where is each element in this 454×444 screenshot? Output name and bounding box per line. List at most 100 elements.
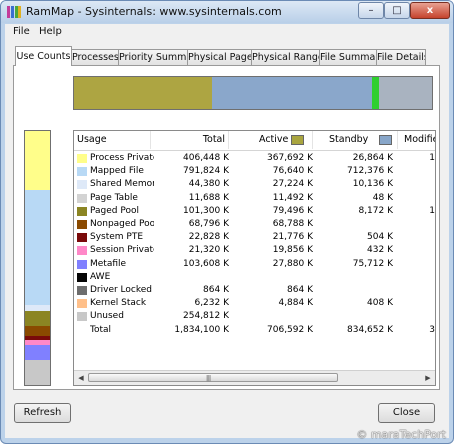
row-standby-value bbox=[313, 284, 393, 297]
row-modified-value bbox=[393, 271, 435, 284]
table-row[interactable]: Session Private 21,320 K 19,856 K 432 K bbox=[74, 244, 435, 257]
row-color-swatch bbox=[77, 206, 87, 216]
close-window-button[interactable]: x bbox=[410, 2, 450, 19]
use-counts-table: Usage Total Active Standby Modifie Proce… bbox=[73, 130, 436, 386]
row-total-value: 11,688 K bbox=[188, 192, 229, 203]
row-standby-value bbox=[313, 310, 393, 323]
scroll-thumb[interactable]: |||| bbox=[88, 373, 338, 382]
scroll-right-arrow-icon[interactable]: ▶ bbox=[422, 372, 434, 384]
active-color-swatch[interactable] bbox=[291, 135, 304, 145]
col-usage[interactable]: Usage bbox=[74, 131, 151, 149]
menu-file[interactable]: File bbox=[13, 26, 30, 37]
row-total-value: 864 K bbox=[203, 285, 229, 295]
row-standby-value: 408 K bbox=[367, 298, 393, 309]
tab-physical-pages[interactable]: Physical Pages bbox=[187, 49, 252, 65]
row-color-swatch bbox=[77, 167, 87, 177]
row-active-value: 21,776 K bbox=[272, 232, 313, 243]
row-modified-value bbox=[393, 165, 435, 178]
table-row[interactable]: Nonpaged Pool 68,796 K 68,788 K bbox=[74, 218, 435, 231]
table-row[interactable]: Process Private 406,448 K 367,692 K 26,864 … bbox=[74, 152, 435, 165]
table-row[interactable]: AWE bbox=[74, 271, 435, 284]
row-modified-value bbox=[393, 244, 435, 257]
row-total-value: 103,608 K bbox=[183, 258, 229, 269]
table-row[interactable]: Kernel Stack 6,232 K 4,884 K 408 K bbox=[74, 297, 435, 310]
row-usage-label: Process Private bbox=[90, 153, 154, 163]
row-modified-value bbox=[393, 231, 435, 244]
row-usage-label: Mapped File bbox=[90, 166, 144, 177]
tab-file-summary[interactable]: File Summary bbox=[319, 49, 377, 65]
row-usage-label: Shared Memory bbox=[90, 179, 154, 190]
refresh-button[interactable]: Refresh bbox=[14, 403, 71, 423]
row-color-swatch bbox=[77, 233, 87, 243]
other-segment bbox=[379, 77, 432, 109]
row-color-swatch bbox=[77, 193, 87, 203]
row-total-value: 68,796 K bbox=[188, 219, 229, 229]
table-header: Usage Total Active Standby Modifie bbox=[74, 131, 435, 151]
table-row[interactable]: System PTE 22,828 K 21,776 K 504 K bbox=[74, 231, 435, 244]
window-title: RamMap - Sysinternals: www.sysinternals.… bbox=[26, 5, 282, 18]
row-modified-value bbox=[393, 310, 435, 323]
row-total-value: 791,824 K bbox=[183, 166, 229, 177]
tab-priority-summary[interactable]: Priority Summary bbox=[118, 49, 188, 65]
seg-unused bbox=[25, 360, 50, 385]
close-button[interactable]: Close bbox=[378, 403, 435, 423]
row-usage-label: AWE bbox=[90, 271, 111, 282]
row-modified-value bbox=[393, 218, 435, 231]
table-row[interactable]: Metafile 103,608 K 27,880 K 75,712 K bbox=[74, 258, 435, 271]
table-row[interactable]: Unused 254,812 K bbox=[74, 310, 435, 323]
col-standby[interactable]: Standby bbox=[313, 131, 398, 149]
seg-metafile bbox=[25, 345, 50, 360]
row-standby-value bbox=[313, 218, 393, 231]
tab-processes[interactable]: Processes bbox=[71, 49, 119, 65]
row-active-value: 11,492 K bbox=[272, 192, 313, 203]
row-standby-value: 712,376 K bbox=[347, 166, 393, 177]
row-total-value: 254,812 K bbox=[183, 311, 229, 322]
table-row[interactable]: Page Table 11,688 K 11,492 K 48 K bbox=[74, 192, 435, 205]
row-total-value bbox=[151, 271, 229, 284]
memory-usage-bar bbox=[73, 76, 433, 110]
row-total-value: 1,834,100 K bbox=[174, 324, 229, 335]
row-color-swatch bbox=[77, 286, 87, 295]
standby-color-swatch[interactable] bbox=[379, 135, 392, 145]
row-usage-label: Metafile bbox=[90, 258, 127, 269]
row-modified-value: 1 bbox=[429, 205, 435, 216]
row-usage-label: Session Private bbox=[90, 245, 154, 256]
row-total-value: 101,300 K bbox=[183, 205, 229, 216]
table-row[interactable]: Paged Pool 101,300 K 79,496 K 8,172 K 1 bbox=[74, 205, 435, 218]
row-modified-value bbox=[393, 192, 435, 205]
row-active-value: 79,496 K bbox=[272, 205, 313, 216]
row-standby-value: 75,712 K bbox=[352, 258, 393, 269]
row-standby-value: 10,136 K bbox=[352, 179, 393, 190]
row-usage-label: Kernel Stack bbox=[90, 298, 147, 309]
row-modified-value: 1 bbox=[429, 153, 435, 163]
tab-use-counts[interactable]: Use Counts bbox=[15, 46, 72, 66]
row-modified-value bbox=[393, 258, 435, 271]
row-color-swatch bbox=[77, 246, 87, 256]
col-total[interactable]: Total bbox=[151, 131, 229, 149]
minimize-button[interactable]: – bbox=[358, 2, 384, 19]
rammap-app-icon bbox=[7, 6, 21, 18]
table-row[interactable]: Driver Locked 864 K 864 K bbox=[74, 284, 435, 297]
table-row[interactable]: Shared Memory 44,380 K 27,224 K 10,136 K bbox=[74, 178, 435, 191]
table-row[interactable]: Total 1,834,100 K 706,592 K 834,652 K 3 bbox=[74, 324, 435, 337]
row-active-value bbox=[229, 310, 313, 323]
row-active-value: 4,884 K bbox=[278, 298, 313, 309]
use-counts-panel: Usage Total Active Standby Modifie Proce… bbox=[13, 65, 440, 390]
col-modified[interactable]: Modifie bbox=[398, 131, 435, 149]
row-color-swatch bbox=[77, 259, 87, 269]
row-active-value: 864 K bbox=[287, 285, 313, 295]
col-active[interactable]: Active bbox=[229, 131, 313, 149]
horizontal-scrollbar[interactable]: ◀ |||| ▶ bbox=[74, 370, 435, 385]
tab-file-details[interactable]: File Details bbox=[376, 49, 426, 65]
tab-physical-ranges[interactable]: Physical Ranges bbox=[251, 49, 320, 65]
row-standby-value: 834,652 K bbox=[347, 324, 393, 335]
scroll-left-arrow-icon[interactable]: ◀ bbox=[75, 372, 87, 384]
row-color-swatch bbox=[77, 312, 87, 322]
maximize-button[interactable]: □ bbox=[384, 2, 410, 19]
usage-stack-bar bbox=[24, 130, 51, 386]
row-color-swatch bbox=[77, 220, 87, 229]
menu-help[interactable]: Help bbox=[39, 26, 62, 37]
row-usage-label: Nonpaged Pool bbox=[90, 219, 154, 229]
table-row[interactable]: Mapped File 791,824 K 76,640 K 712,376 K bbox=[74, 165, 435, 178]
title-bar[interactable]: RamMap - Sysinternals: www.sysinternals.… bbox=[1, 1, 453, 23]
